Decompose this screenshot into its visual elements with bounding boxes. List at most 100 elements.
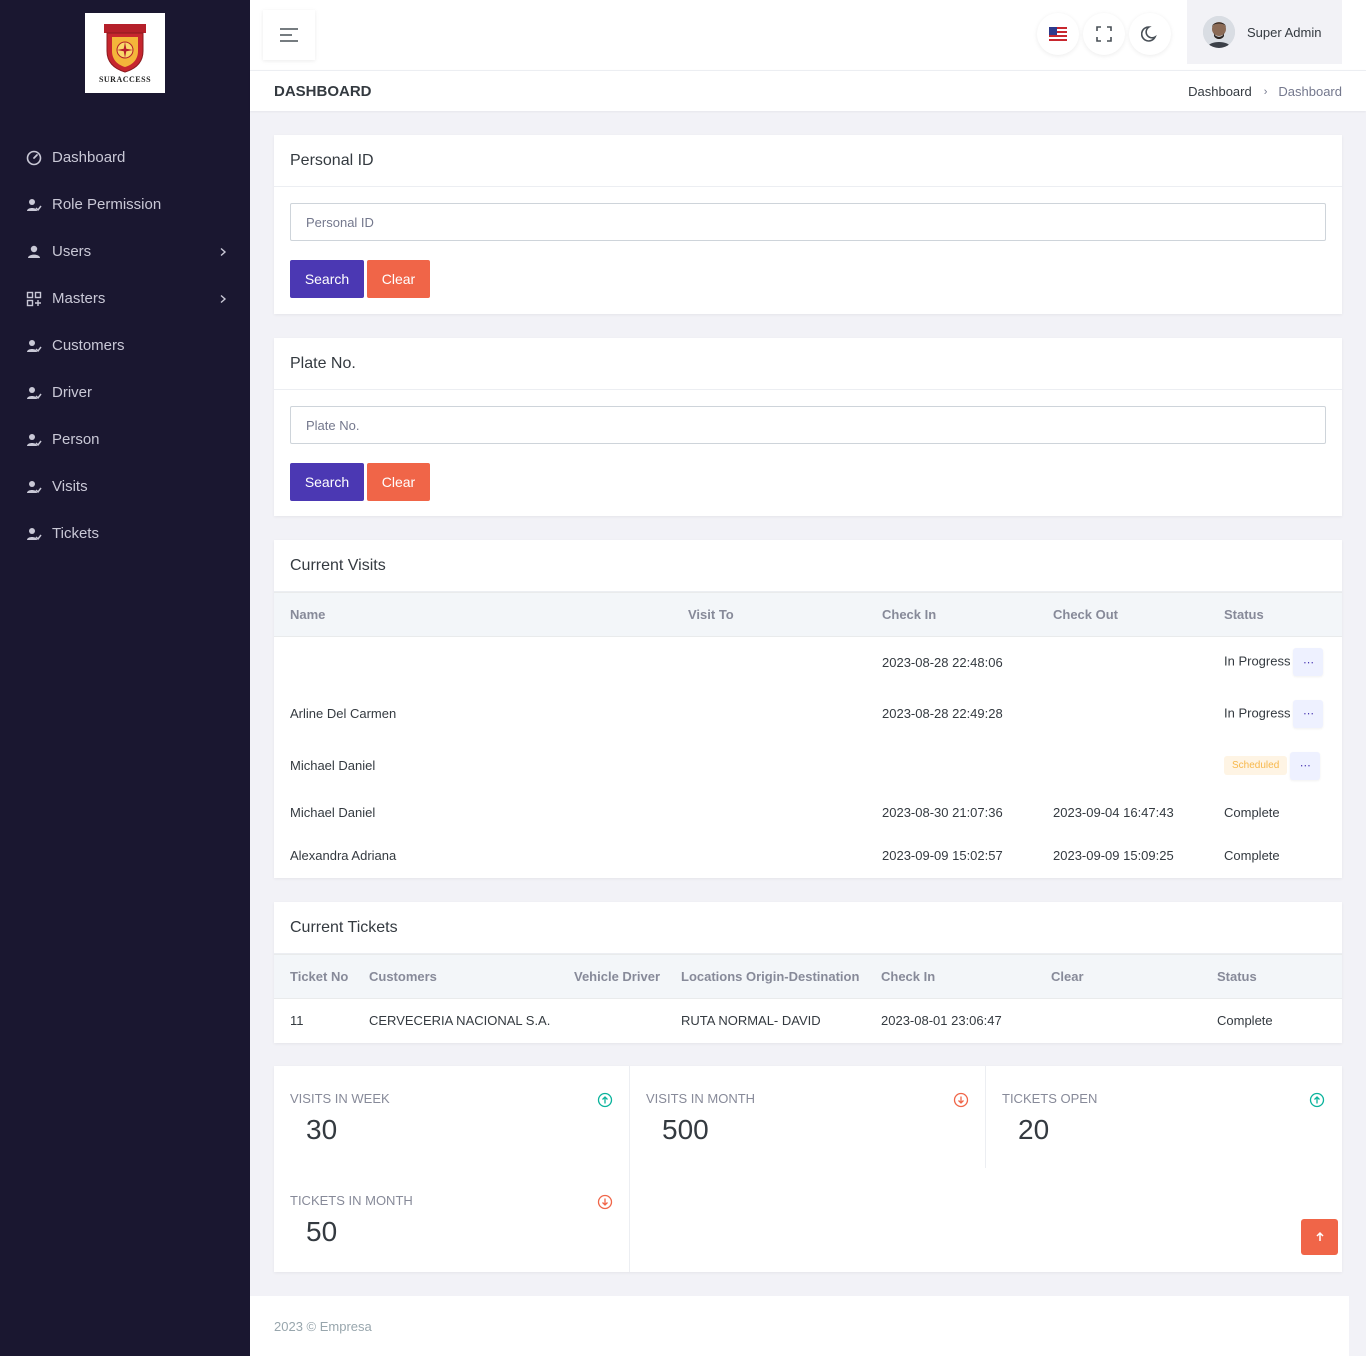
column-header[interactable]: Visit To	[672, 592, 866, 637]
plate-no-search-button[interactable]: Search	[290, 463, 364, 501]
row-actions-button[interactable]: ⋯	[1293, 648, 1324, 677]
sidebar-item-driver[interactable]: Driver	[0, 369, 250, 416]
user-name: Super Admin	[1247, 24, 1322, 40]
stat-label: TICKETS IN MONTH	[290, 1193, 413, 1208]
table-row: Alexandra Adriana 2023-09-09 15:02:57 20…	[274, 834, 1342, 878]
stat-value: 500	[662, 1114, 709, 1145]
visit-status-cell: In Progress ⋯	[1208, 637, 1342, 688]
breadcrumb: Dashboard › Dashboard	[1188, 84, 1342, 99]
app-logo[interactable]: SURACCESS	[85, 13, 165, 93]
column-header[interactable]: Customers	[353, 954, 566, 999]
hamburger-icon	[280, 28, 298, 42]
column-header[interactable]: Vehicle Driver	[566, 954, 673, 999]
column-header[interactable]: Status	[1209, 954, 1342, 999]
ticket-locations: RUTA NORMAL- DAVID	[681, 1013, 821, 1029]
visit-status: In Progress	[1224, 653, 1291, 669]
visit-check-in: 2023-09-09 15:02:57	[882, 848, 1003, 863]
fullscreen-icon	[1096, 26, 1112, 42]
visit-to	[672, 834, 866, 878]
visit-check-in: 2023-08-30 21:07:36	[882, 805, 1003, 820]
personal-id-input[interactable]	[290, 203, 1326, 241]
column-header[interactable]: Clear	[1043, 954, 1209, 999]
ticket-clear	[1043, 999, 1209, 1043]
column-header[interactable]: Status	[1208, 592, 1342, 637]
row-actions-button[interactable]: ⋯	[1290, 751, 1321, 780]
user-menu[interactable]: Super Admin	[1187, 0, 1342, 64]
user-check-icon	[25, 196, 42, 213]
column-header[interactable]: Check Out	[1037, 592, 1208, 637]
visit-status-cell: Scheduled ⋯	[1208, 740, 1342, 792]
column-header[interactable]: Check In	[873, 954, 1043, 999]
avatar	[1203, 16, 1235, 48]
grid-plus-icon	[25, 290, 42, 307]
personal-id-search-button[interactable]: Search	[290, 260, 364, 298]
sidebar-item-users[interactable]: Users	[0, 228, 250, 275]
sidebar-item-label: Customers	[52, 337, 125, 354]
sidebar-item-label: Person	[52, 431, 100, 448]
visit-check-in: 2023-08-28 22:48:06	[882, 654, 1003, 670]
visit-status: Complete	[1224, 848, 1280, 863]
user-check-icon	[25, 478, 42, 495]
sidebar-item-visits[interactable]: Visits	[0, 463, 250, 510]
stat-value: 50	[306, 1216, 338, 1247]
stat-visits-in-month: VISITS IN MONTH 500	[630, 1066, 986, 1168]
menu-toggle-button[interactable]	[263, 10, 315, 60]
moon-icon	[1141, 26, 1157, 42]
visit-to	[672, 792, 866, 834]
sidebar-item-label: Role Permission	[52, 196, 162, 213]
stat-tickets-open: TICKETS OPEN 20	[986, 1066, 1342, 1168]
plate-no-card: Plate No. Search Clear	[274, 338, 1342, 516]
sidebar-item-person[interactable]: Person	[0, 416, 250, 463]
page-title: DASHBOARD	[274, 83, 372, 100]
theme-toggle-button[interactable]	[1129, 13, 1171, 55]
column-header[interactable]: Check In	[866, 592, 1037, 637]
shield-logo-icon	[104, 23, 146, 73]
column-header[interactable]: Ticket No	[274, 954, 353, 999]
sidebar-item-tickets[interactable]: Tickets	[0, 510, 250, 557]
sidebar-item-masters[interactable]: Masters	[0, 275, 250, 322]
sidebar-item-role-permission[interactable]: Role Permission	[0, 181, 250, 228]
ticket-number: 11	[290, 1013, 304, 1029]
user-check-icon	[25, 337, 42, 354]
sidebar-item-label: Tickets	[52, 525, 99, 542]
visit-to	[672, 740, 866, 792]
row-actions-button[interactable]: ⋯	[1293, 699, 1324, 728]
ticket-vehicle-driver	[566, 999, 673, 1043]
visit-check-in	[866, 740, 1037, 792]
column-header[interactable]: Locations Origin-Destination	[673, 954, 873, 999]
chevron-right-icon	[220, 294, 227, 303]
arrow-up-circle-icon	[1309, 1092, 1325, 1108]
fullscreen-button[interactable]	[1083, 13, 1125, 55]
scroll-to-top-button[interactable]	[1301, 1219, 1338, 1255]
visit-name: Arline Del Carmen	[290, 706, 397, 721]
arrow-down-circle-icon	[597, 1194, 613, 1210]
plate-no-clear-button[interactable]: Clear	[367, 463, 430, 501]
sidebar-item-customers[interactable]: Customers	[0, 322, 250, 369]
column-header[interactable]: Name	[274, 592, 672, 637]
visit-status: Complete	[1224, 805, 1280, 820]
visit-name: Michael Daniel	[290, 805, 376, 820]
plate-no-input[interactable]	[290, 406, 1326, 444]
user-icon	[25, 243, 42, 260]
chevron-right-icon: ›	[1263, 85, 1268, 98]
breadcrumb-link[interactable]: Dashboard	[1188, 84, 1252, 99]
tickets-table: Ticket No Customers Vehicle Driver Locat…	[274, 954, 1342, 1043]
stat-label: VISITS IN MONTH	[646, 1091, 756, 1106]
page-title-bar: DASHBOARD Dashboard › Dashboard	[250, 70, 1366, 111]
footer: 2023 © Empresa	[250, 1296, 1349, 1356]
visit-check-out	[1037, 740, 1208, 792]
sidebar-item-label: Masters	[52, 290, 106, 307]
sidebar-item-label: Visits	[52, 478, 88, 495]
topbar: Super Admin	[250, 0, 1366, 70]
sidebar-item-dashboard[interactable]: Dashboard	[0, 134, 250, 181]
ticket-customer: CERVECERIA NACIONAL S.A.	[369, 1013, 551, 1029]
sidebar-item-label: Driver	[52, 384, 92, 401]
arrow-up-circle-icon	[597, 1092, 613, 1108]
card-title: Personal ID	[274, 135, 1342, 187]
personal-id-clear-button[interactable]: Clear	[367, 260, 430, 298]
stat-visits-in-week: VISITS IN WEEK 30	[274, 1066, 630, 1168]
language-button[interactable]	[1037, 13, 1079, 55]
ticket-status: Complete	[1217, 1013, 1273, 1029]
sidebar-nav: Dashboard Role Permission Users Masters	[0, 134, 250, 557]
visit-name: Alexandra Adriana	[290, 848, 397, 863]
